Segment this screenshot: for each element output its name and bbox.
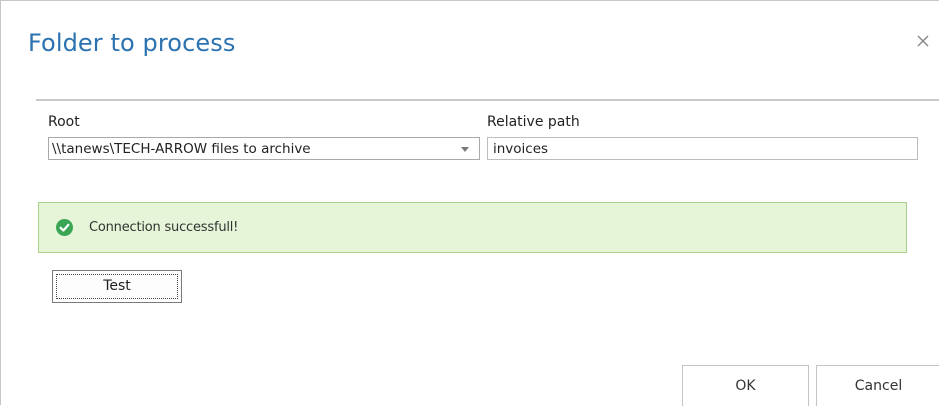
connection-status-alert: Connection successfull! xyxy=(38,202,907,253)
root-select[interactable]: \\tanews\TECH-ARROW files to archive xyxy=(48,137,480,160)
cancel-button-label: Cancel xyxy=(854,378,903,394)
check-circle-icon xyxy=(56,219,73,236)
header-divider xyxy=(36,99,939,101)
relative-path-input[interactable] xyxy=(487,137,918,160)
relative-path-label: Relative path xyxy=(487,114,580,130)
ok-button[interactable]: OK xyxy=(682,365,809,406)
ok-button-label: OK xyxy=(735,378,756,394)
dialog-title: Folder to process xyxy=(28,29,236,57)
root-label: Root xyxy=(48,114,80,130)
chevron-down-icon[interactable] xyxy=(461,147,469,152)
close-icon[interactable] xyxy=(916,33,930,47)
cancel-button[interactable]: Cancel xyxy=(816,365,939,406)
test-button[interactable]: Test xyxy=(52,270,182,303)
folder-to-process-dialog: Folder to process Root \\tanews\TECH-ARR… xyxy=(0,0,939,406)
alert-message: Connection successfull! xyxy=(89,220,239,235)
test-button-label: Test xyxy=(103,278,131,294)
root-select-value: \\tanews\TECH-ARROW files to archive xyxy=(52,141,311,157)
